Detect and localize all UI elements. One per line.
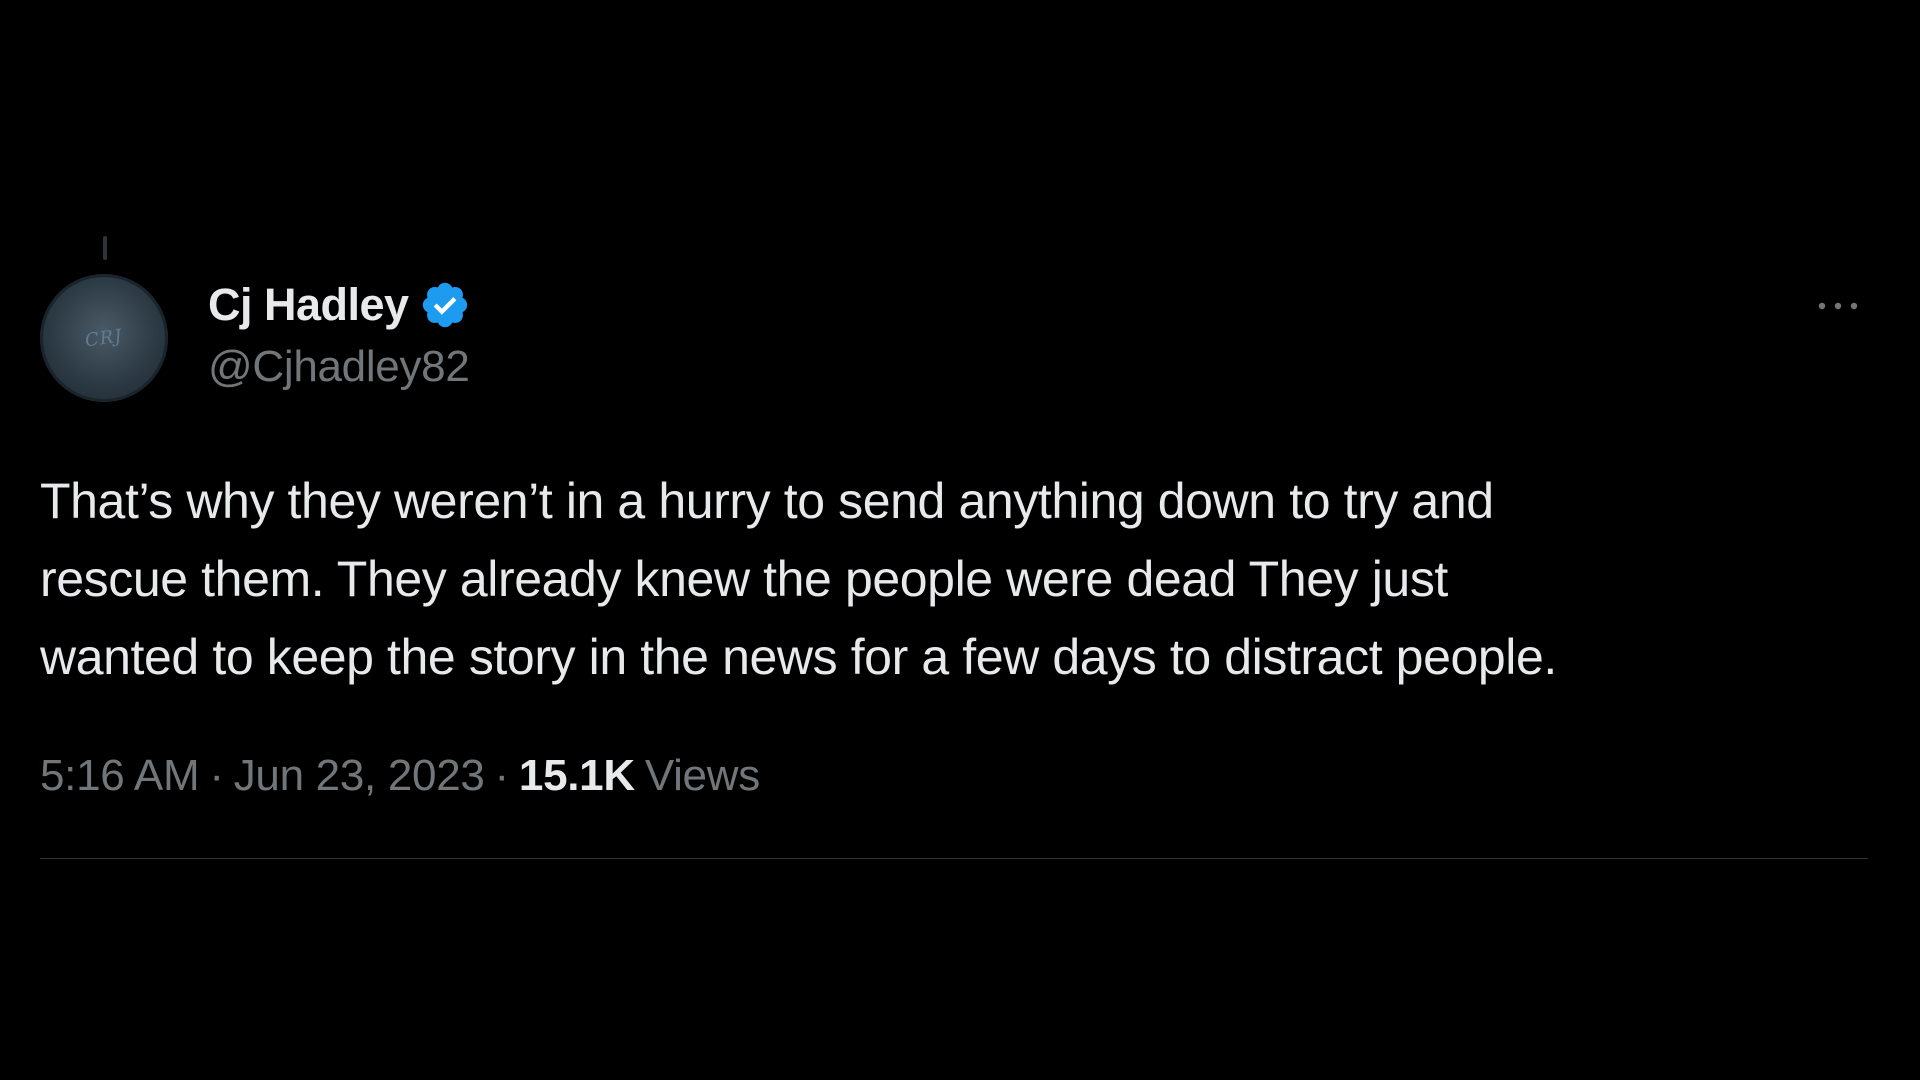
views-label: Views: [644, 751, 760, 800]
author-display-name[interactable]: Cj Hadley: [208, 279, 409, 331]
meta-separator: ·: [494, 751, 510, 800]
divider: [40, 858, 1868, 859]
thread-connector-line: [103, 236, 107, 260]
tweet-time[interactable]: 5:16 AM: [40, 751, 200, 801]
author-name-row: Cj Hadley: [208, 276, 471, 334]
author-handle[interactable]: @Cjhadley82: [208, 342, 470, 392]
avatar[interactable]: CRJ: [40, 274, 168, 402]
tweet-text: That’s why they weren’t in a hurry to se…: [40, 473, 1557, 685]
tweet-detail: CRJ Cj Hadley @Cjhadley82 That’s why the…: [0, 0, 1920, 1080]
tweet-meta: 5:16 AM · Jun 23, 2023 · 15.1K Views: [40, 746, 760, 806]
verified-badge-icon[interactable]: [419, 279, 471, 331]
avatar-logo-mark: CRJ: [83, 324, 125, 352]
meta-separator: ·: [209, 751, 224, 800]
ellipsis-icon: [1818, 302, 1858, 310]
views-count: 15.1K: [518, 751, 635, 800]
tweet-date[interactable]: Jun 23, 2023: [234, 751, 485, 801]
more-options-button[interactable]: [1808, 278, 1868, 334]
